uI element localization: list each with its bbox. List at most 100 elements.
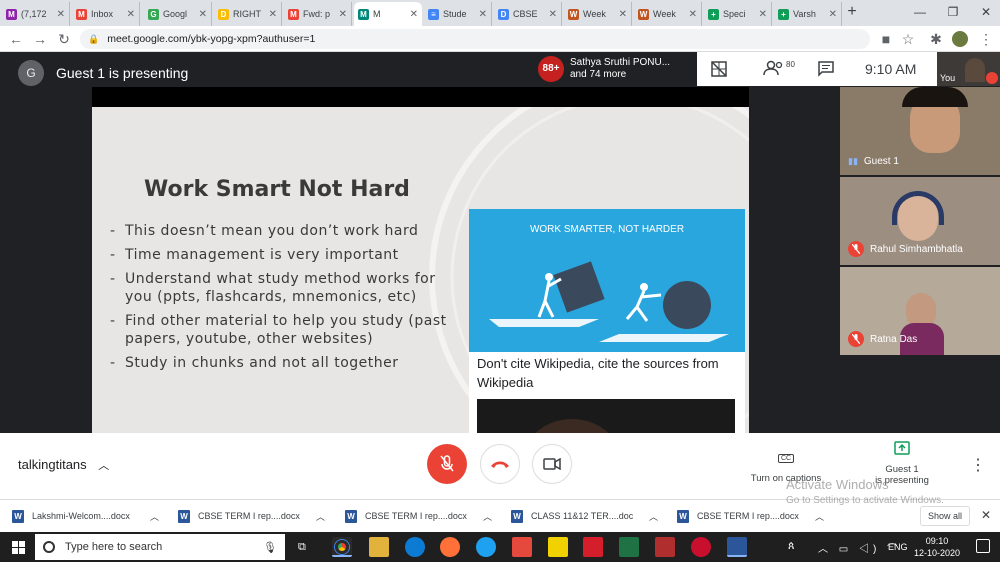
- browser-menu-icon[interactable]: ⋮: [976, 29, 996, 49]
- extensions-icon[interactable]: ✱: [926, 29, 946, 49]
- tile-layout-icon[interactable]: [711, 61, 727, 82]
- participant-tile-rahul[interactable]: Rahul Simhambhatla: [840, 177, 1000, 265]
- close-tab-icon[interactable]: ✕: [549, 9, 557, 20]
- close-downloads-icon[interactable]: ✕: [981, 508, 991, 522]
- chat-icon[interactable]: [818, 61, 834, 82]
- internet-explorer-icon[interactable]: [476, 537, 496, 557]
- tab-favicon-icon: M: [358, 8, 369, 20]
- windows-start-icon[interactable]: [12, 541, 25, 559]
- browser-tab[interactable]: M Inbox ✕: [72, 2, 140, 26]
- participants-badge: 88+: [538, 56, 564, 82]
- participants-chip[interactable]: 88+ Sathya Sruthi PONU... and 74 more: [538, 56, 670, 82]
- close-tab-icon[interactable]: ✕: [339, 9, 347, 20]
- reload-button[interactable]: ↻: [54, 29, 74, 49]
- browser-tab[interactable]: M (7,172 ✕: [2, 2, 70, 26]
- download-filename: CBSE TERM I rep....docx: [697, 511, 799, 521]
- profile-avatar[interactable]: [952, 31, 968, 47]
- close-tab-icon[interactable]: ✕: [410, 9, 418, 20]
- participants-line1: Sathya Sruthi PONU...: [570, 57, 671, 68]
- taskbar-clock[interactable]: 09:10 12-10-2020: [912, 535, 962, 559]
- browser-tab[interactable]: W Week ✕: [564, 2, 632, 26]
- chevron-up-icon[interactable]: ︿: [150, 510, 159, 523]
- browser-tab[interactable]: + Varsh ✕: [774, 2, 842, 26]
- people-tray-icon[interactable]: ጰ: [788, 540, 795, 553]
- activate-windows-title: Activate Windows: [786, 477, 889, 492]
- browser-tab[interactable]: M M ✕: [354, 2, 422, 26]
- leave-call-button[interactable]: [480, 444, 520, 484]
- meeting-details-button[interactable]: talkingtitans ︿: [18, 457, 109, 473]
- close-tab-icon[interactable]: ✕: [269, 9, 277, 20]
- forward-button[interactable]: →: [30, 29, 50, 49]
- tab-label: M: [373, 9, 381, 19]
- hang-up-icon: [491, 461, 509, 468]
- word-icon[interactable]: [727, 537, 747, 557]
- camera-permission-icon[interactable]: ■: [876, 29, 896, 49]
- participant-tile-guest1[interactable]: ▮▮ Guest 1: [840, 87, 1000, 175]
- address-bar[interactable]: 🔒 meet.google.com/ybk-yopg-xpm?authuser=…: [80, 29, 870, 49]
- browser-tab[interactable]: D RIGHT ✕: [214, 2, 282, 26]
- task-view-icon[interactable]: ⧉: [298, 541, 306, 554]
- close-window-button[interactable]: ✕: [966, 0, 1000, 24]
- chevron-up-icon[interactable]: ︿: [483, 510, 492, 523]
- browser-tab[interactable]: W Week ✕: [634, 2, 702, 26]
- people-button[interactable]: 80: [763, 60, 795, 76]
- browser-tab[interactable]: D CBSE ✕: [494, 2, 562, 26]
- camera-icon: [543, 458, 561, 470]
- download-item[interactable]: W CBSE TERM I rep....docx ︿: [677, 506, 824, 526]
- close-tab-icon[interactable]: ✕: [479, 9, 487, 20]
- language-indicator[interactable]: ENG: [888, 542, 908, 552]
- taskbar-search-box[interactable]: Type here to search 🎙: [35, 534, 285, 560]
- download-item[interactable]: W CBSE TERM I rep....docx ︿: [345, 506, 492, 526]
- firefox-icon[interactable]: [440, 537, 460, 557]
- close-tab-icon[interactable]: ✕: [619, 9, 627, 20]
- microphone-icon: 🎙: [263, 541, 277, 554]
- more-options-icon[interactable]: ⋮: [970, 455, 986, 475]
- self-view-tile[interactable]: You: [937, 52, 1000, 86]
- notifications-icon[interactable]: [976, 539, 990, 553]
- present-screen-icon: [894, 441, 910, 455]
- participant-tile-ratna[interactable]: Ratna Das: [840, 267, 1000, 355]
- presenting-label-1: Guest 1: [885, 464, 919, 475]
- close-tab-icon[interactable]: ✕: [689, 9, 697, 20]
- captions-icon: CC: [777, 454, 795, 463]
- mic-toggle-button[interactable]: [427, 444, 467, 484]
- browser-tab[interactable]: G Googl ✕: [144, 2, 212, 26]
- close-tab-icon[interactable]: ✕: [759, 9, 767, 20]
- chrome-taskbar-icon[interactable]: [332, 537, 352, 557]
- browser-tab[interactable]: ≡ Stude ✕: [424, 2, 492, 26]
- file-explorer-icon[interactable]: [369, 537, 389, 557]
- browser-tab[interactable]: M Fwd: p ✕: [284, 2, 352, 26]
- chevron-up-icon[interactable]: ︿: [649, 510, 658, 523]
- close-tab-icon[interactable]: ✕: [829, 9, 837, 20]
- download-item[interactable]: W Lakshmi-Welcom....docx ︿: [12, 506, 159, 526]
- app-icon[interactable]: [691, 537, 711, 557]
- anydesk-icon[interactable]: [512, 537, 532, 557]
- sticky-notes-icon[interactable]: [548, 537, 568, 557]
- meet-stage: G Guest 1 is presenting 88+ Sathya Sruth…: [0, 52, 1000, 433]
- new-tab-button[interactable]: +: [840, 0, 864, 24]
- search-placeholder: Type here to search: [65, 541, 163, 553]
- slide-bullet: - Understand what study method works for …: [110, 271, 436, 305]
- download-item[interactable]: W CLASS 11&12 TER....doc ︿: [511, 506, 658, 526]
- edge-icon[interactable]: [405, 537, 425, 557]
- tab-favicon-icon: M: [288, 8, 299, 20]
- tab-favicon-icon: M: [76, 8, 87, 20]
- back-button[interactable]: ←: [6, 29, 26, 49]
- close-tab-icon[interactable]: ✕: [57, 9, 65, 20]
- acrobat-icon[interactable]: [583, 537, 603, 557]
- excel-icon[interactable]: [619, 537, 639, 557]
- close-tab-icon[interactable]: ✕: [127, 9, 135, 20]
- winrar-icon[interactable]: [655, 537, 675, 557]
- browser-tab[interactable]: + Speci ✕: [704, 2, 772, 26]
- close-tab-icon[interactable]: ✕: [199, 9, 207, 20]
- chevron-up-icon[interactable]: ︿: [815, 510, 824, 523]
- camera-toggle-button[interactable]: [532, 444, 572, 484]
- presenter-banner: G Guest 1 is presenting: [18, 60, 188, 86]
- show-all-downloads-button[interactable]: Show all: [920, 506, 970, 526]
- download-item[interactable]: W CBSE TERM I rep....docx ︿: [178, 506, 325, 526]
- chevron-up-icon[interactable]: ︿: [316, 510, 325, 523]
- url-text: meet.google.com/ybk-yopg-xpm?authuser=1: [107, 33, 316, 45]
- bookmark-star-icon[interactable]: ☆: [898, 29, 918, 49]
- download-filename: CLASS 11&12 TER....doc: [531, 511, 634, 521]
- participant-name: Rahul Simhambhatla: [848, 241, 963, 257]
